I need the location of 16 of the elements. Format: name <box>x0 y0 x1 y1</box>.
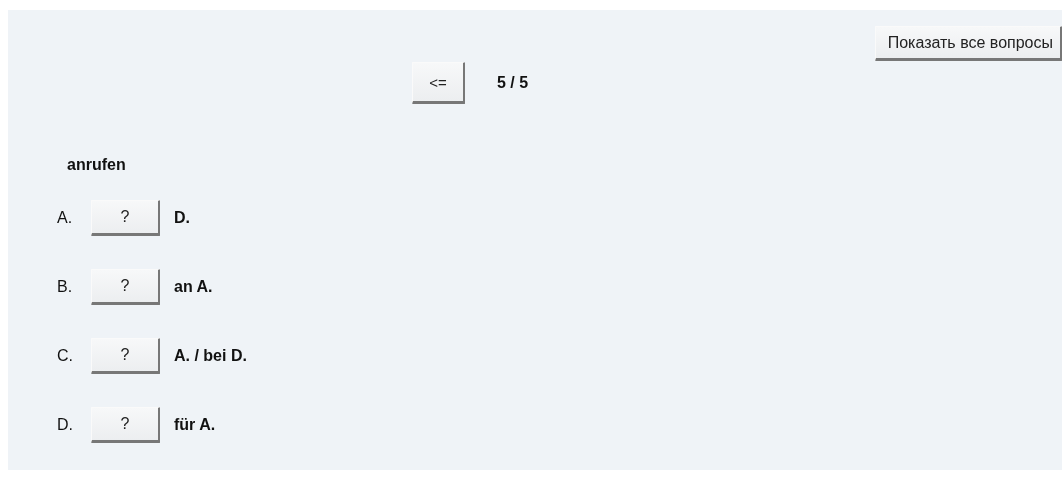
option-letter: A. <box>57 209 74 227</box>
answer-button[interactable]: ? <box>91 200 160 236</box>
option-text: an A. <box>174 278 213 296</box>
option-text: A. / bei D. <box>174 347 247 365</box>
back-button[interactable]: <= <box>412 62 465 104</box>
answer-button[interactable]: ? <box>91 338 160 374</box>
show-all-questions-button[interactable]: Показать все вопросы <box>874 26 1062 61</box>
option-letter: D. <box>57 416 74 434</box>
option-text: für A. <box>174 416 216 434</box>
option-text: D. <box>174 209 190 227</box>
option-letter: C. <box>57 347 74 365</box>
answer-button[interactable]: ? <box>91 269 160 305</box>
question-counter: 5 / 5 <box>497 74 529 92</box>
option-letter: B. <box>57 278 74 296</box>
answer-button[interactable]: ? <box>91 407 160 443</box>
question-word: anrufen <box>67 156 127 174</box>
